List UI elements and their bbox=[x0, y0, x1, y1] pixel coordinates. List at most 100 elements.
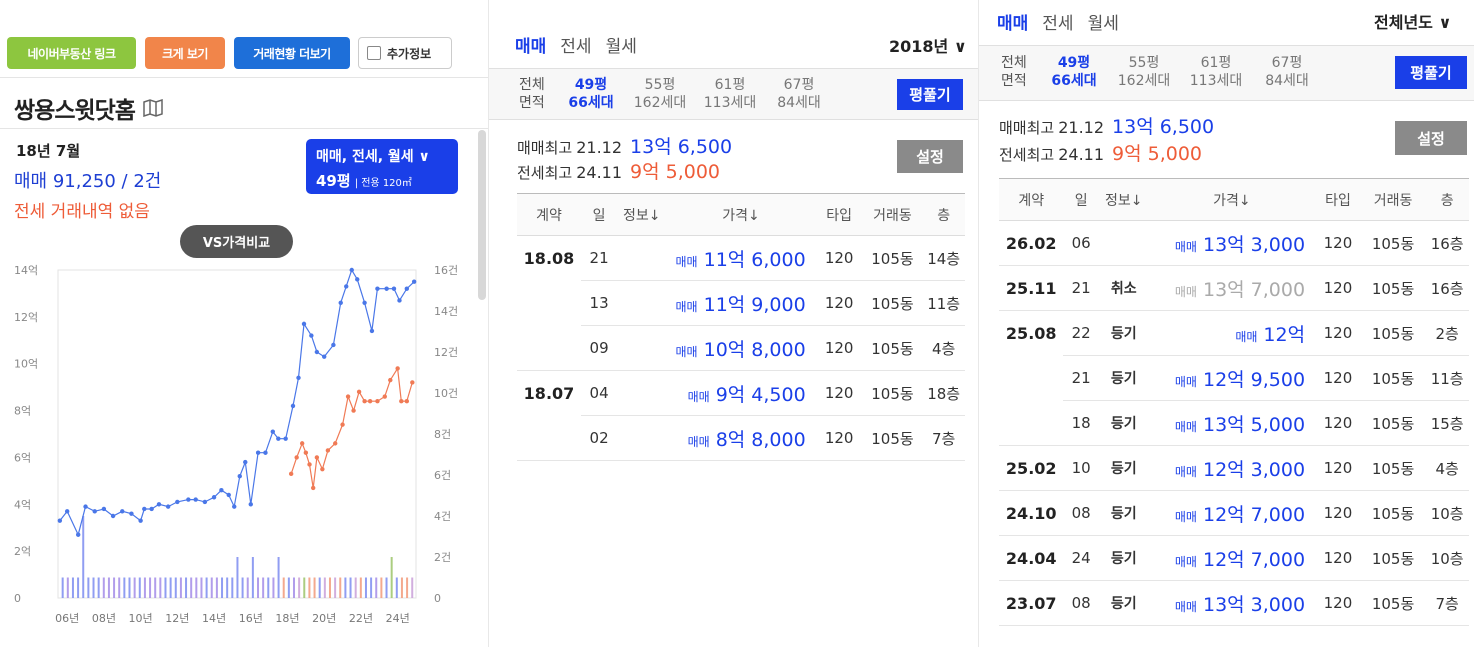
size-sub: 84세대 bbox=[1265, 73, 1309, 89]
table-row[interactable]: 23.07 08 등기 매매 13억 3,000 120 105동 7층 bbox=[999, 580, 1469, 626]
size-all[interactable]: 전체 면적 bbox=[1001, 54, 1041, 90]
col-day[interactable]: 일 bbox=[1063, 178, 1099, 221]
deal-price: 12억 9,500 bbox=[1202, 368, 1306, 391]
tab-monthly[interactable]: 월세 bbox=[606, 32, 637, 57]
size-61[interactable]: 61평 113세대 bbox=[1185, 54, 1247, 90]
cell-dong: 105동 bbox=[1360, 490, 1426, 536]
volume-bar bbox=[87, 577, 90, 598]
size-67[interactable]: 67평 84세대 bbox=[769, 76, 829, 112]
col-price[interactable]: 가격↓ bbox=[666, 193, 816, 236]
checkbox-box[interactable] bbox=[367, 46, 381, 60]
sale-point bbox=[248, 502, 253, 507]
y-right-tick-label: 12건 bbox=[434, 346, 458, 359]
table-row[interactable]: 09 매매 10억 8,000 120 105동 4층 bbox=[517, 325, 965, 371]
table-row[interactable]: 25.11 21 취소 매매 13억 7,000 120 105동 16층 bbox=[999, 265, 1469, 311]
cell-floor: 4층 bbox=[1425, 445, 1469, 491]
cell-dong: 105동 bbox=[1360, 355, 1426, 401]
table-row[interactable]: 13 매매 11억 9,000 120 105동 11층 bbox=[517, 280, 965, 326]
cell-contract bbox=[517, 415, 581, 461]
year-selector[interactable]: 2018년 ∨ bbox=[889, 33, 967, 57]
cell-day: 09 bbox=[580, 325, 618, 371]
table-row[interactable]: 21 등기 매매 12억 9,500 120 105동 11층 bbox=[999, 355, 1469, 401]
size-67[interactable]: 67평 84세대 bbox=[1257, 54, 1317, 90]
more-deals-button[interactable]: 거래현황 더보기 bbox=[234, 37, 350, 69]
settings-button[interactable]: 설정 bbox=[897, 140, 963, 173]
volume-bar bbox=[328, 577, 331, 598]
enlarge-button[interactable]: 크게 보기 bbox=[145, 37, 225, 69]
deal-price: 10억 8,000 bbox=[703, 338, 806, 361]
size-all[interactable]: 전체 면적 bbox=[519, 76, 559, 112]
sale-point bbox=[397, 298, 402, 303]
deal-type-selector[interactable]: 매매, 전세, 월세 ∨ 49평 | 전용 120㎡ bbox=[306, 139, 458, 194]
tab-jeonse[interactable]: 전세 bbox=[1042, 9, 1073, 34]
size-label: 49평 bbox=[574, 77, 608, 93]
scrollbar[interactable] bbox=[478, 130, 486, 300]
col-type: 타입 bbox=[815, 193, 863, 236]
sale-point bbox=[110, 513, 116, 519]
tab-sale[interactable]: 매매 bbox=[997, 9, 1028, 34]
col-info[interactable]: 정보↓ bbox=[617, 193, 667, 236]
pyeong-expand-button[interactable]: 평풀기 bbox=[897, 79, 963, 110]
map-icon[interactable] bbox=[143, 99, 163, 117]
volume-bar bbox=[267, 577, 270, 598]
volume-bar bbox=[287, 577, 290, 598]
pyeong-expand-button[interactable]: 평풀기 bbox=[1395, 56, 1467, 89]
volume-bar bbox=[277, 557, 280, 598]
jeonse-point bbox=[367, 399, 373, 404]
cell-contract: 25.11 bbox=[999, 265, 1064, 311]
size-sub: 162세대 bbox=[633, 95, 687, 111]
deal-price: 9억 4,500 bbox=[715, 383, 806, 406]
volume-bar bbox=[210, 577, 213, 598]
volume-bar bbox=[123, 577, 126, 598]
size-61[interactable]: 61평 113세대 bbox=[699, 76, 761, 112]
size-55[interactable]: 55평 162세대 bbox=[1113, 54, 1175, 90]
tab-monthly[interactable]: 월세 bbox=[1088, 9, 1119, 34]
table-row[interactable]: 02 매매 8억 8,000 120 105동 7층 bbox=[517, 415, 965, 461]
col-contract[interactable]: 계약 bbox=[999, 178, 1064, 221]
size-label: 55평 bbox=[644, 77, 676, 93]
naver-link-button[interactable]: 네이버부동산 링크 bbox=[7, 37, 136, 69]
year-selector[interactable]: 전체년도 ∨ bbox=[1374, 9, 1451, 33]
table-row[interactable]: 18.08 21 매매 11억 6,000 120 105동 14층 bbox=[517, 235, 965, 281]
cell-price: 매매 11억 9,000 bbox=[666, 280, 816, 326]
cell-floor: 14층 bbox=[922, 235, 965, 281]
size-sub: 66세대 bbox=[568, 95, 614, 111]
cell-day: 21 bbox=[1063, 265, 1099, 311]
col-contract[interactable]: 계약 bbox=[517, 193, 581, 236]
size-sub: 113세대 bbox=[1189, 73, 1243, 89]
table-row[interactable]: 24.10 08 등기 매매 12억 7,000 120 105동 10층 bbox=[999, 490, 1469, 536]
table-row[interactable]: 25.02 10 등기 매매 12억 3,000 120 105동 4층 bbox=[999, 445, 1469, 491]
vs-compare-button[interactable]: VS가격비교 bbox=[180, 225, 293, 258]
y-left-tick-label: 12억 bbox=[14, 311, 38, 324]
volume-bar bbox=[344, 577, 347, 598]
size-49[interactable]: 49평 66세대 bbox=[1045, 54, 1103, 90]
cell-price: 매매 12억 9,500 bbox=[1148, 355, 1316, 401]
tab-sale[interactable]: 매매 bbox=[515, 32, 546, 57]
col-day[interactable]: 일 bbox=[580, 193, 618, 236]
extra-info-checkbox[interactable]: 추가정보 bbox=[358, 37, 452, 69]
settings-button[interactable]: 설정 bbox=[1395, 121, 1467, 155]
max-jeonse-price: 9억 5,000 bbox=[1112, 143, 1203, 165]
table-row[interactable]: 24.04 24 등기 매매 12억 7,000 120 105동 10층 bbox=[999, 535, 1469, 581]
size-55[interactable]: 55평 162세대 bbox=[629, 76, 691, 112]
divider bbox=[0, 128, 488, 129]
apt-title: 쌍용스윗닷홈 bbox=[14, 91, 163, 125]
volume-bar bbox=[82, 516, 85, 598]
table-row[interactable]: 18.07 04 매매 9억 4,500 120 105동 18층 bbox=[517, 370, 965, 416]
volume-bar bbox=[195, 577, 198, 598]
table-row[interactable]: 25.08 22 등기 매매 12억 120 105동 2층 bbox=[999, 310, 1469, 356]
size-label: 49평 bbox=[1057, 55, 1091, 71]
table-row[interactable]: 18 등기 매매 13억 5,000 120 105동 15층 bbox=[999, 400, 1469, 446]
volume-bar bbox=[143, 577, 146, 598]
volume-bar bbox=[133, 577, 136, 598]
col-info[interactable]: 정보↓ bbox=[1098, 178, 1149, 221]
size-49[interactable]: 49평 66세대 bbox=[563, 76, 619, 112]
volume-bar bbox=[128, 577, 131, 598]
table-row[interactable]: 26.02 06 매매 13억 3,000 120 105동 16층 bbox=[999, 220, 1469, 266]
chevron-down-icon: ∨ bbox=[418, 149, 430, 165]
tab-jeonse[interactable]: 전세 bbox=[560, 32, 591, 57]
volume-bar bbox=[390, 557, 393, 598]
sale-point bbox=[138, 518, 143, 523]
y-right-tick-label: 6건 bbox=[434, 469, 451, 482]
col-price[interactable]: 가격↓ bbox=[1148, 178, 1316, 221]
